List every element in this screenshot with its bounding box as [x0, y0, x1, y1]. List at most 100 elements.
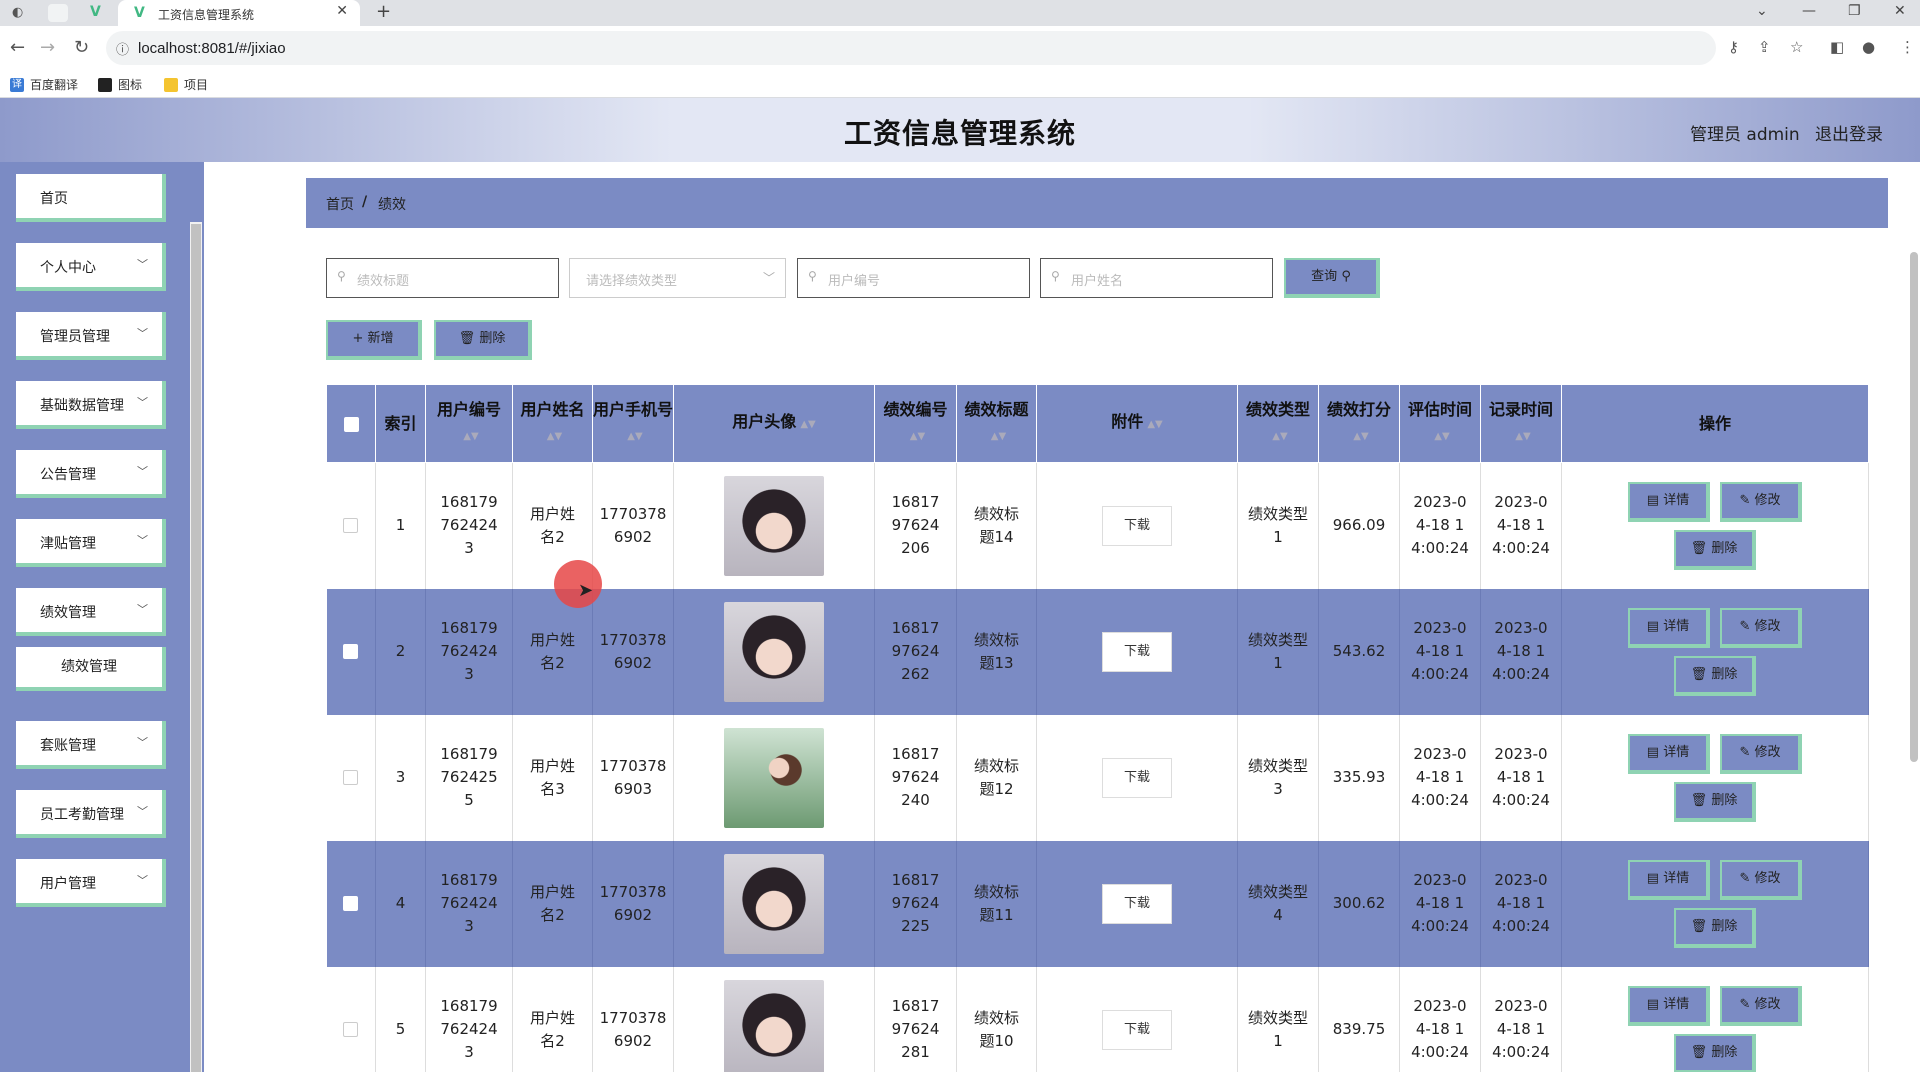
- sidebar-item-admin-management[interactable]: 管理员管理 ﹀: [16, 312, 166, 360]
- sidebar-item-account-set[interactable]: 套账管理 ﹀: [16, 721, 166, 769]
- sort-icon[interactable]: ▲▼: [1353, 425, 1368, 449]
- select-all-checkbox[interactable]: [343, 416, 359, 432]
- share-icon[interactable]: ⇪: [1758, 38, 1771, 56]
- sidebar-item-attendance[interactable]: 员工考勤管理 ﹀: [16, 790, 166, 838]
- sort-icon[interactable]: ▲▼: [1434, 425, 1449, 449]
- download-button[interactable]: 下载: [1102, 757, 1172, 798]
- col-header-avatar[interactable]: 用户头像 ▲▼: [673, 384, 875, 463]
- sidebar-item-notice[interactable]: 公告管理 ﹀: [16, 450, 166, 498]
- col-header-perf-type[interactable]: 绩效类型▲▼: [1237, 384, 1319, 463]
- profile-icon[interactable]: ●: [1862, 38, 1875, 56]
- col-header-perf-no[interactable]: 绩效编号▲▼: [874, 384, 957, 463]
- reload-icon[interactable]: ↻: [74, 37, 89, 58]
- sort-icon[interactable]: ▲▼: [991, 425, 1006, 449]
- edit-button[interactable]: ✎ 修改: [1720, 607, 1802, 648]
- minimize-icon[interactable]: —: [1802, 3, 1816, 19]
- new-tab-icon[interactable]: +: [376, 1, 391, 22]
- edit-button[interactable]: ✎ 修改: [1720, 985, 1802, 1026]
- edit-button[interactable]: ✎ 修改: [1720, 733, 1802, 774]
- bookmark-project-folder[interactable]: 项目: [164, 76, 208, 93]
- sidebar-scrollbar-thumb[interactable]: [191, 224, 201, 1072]
- sidebar-item-personal-center[interactable]: 个人中心 ﹀: [16, 243, 166, 291]
- logout-link[interactable]: 退出登录: [1815, 120, 1883, 145]
- detail-button[interactable]: ▤ 详情: [1628, 985, 1710, 1026]
- password-key-icon[interactable]: ⚷: [1728, 38, 1739, 56]
- user-name-search-input[interactable]: ⚲ 用户姓名: [1040, 258, 1273, 298]
- sidebar-item-allowance[interactable]: 津贴管理 ﹀: [16, 519, 166, 567]
- row-checkbox[interactable]: [343, 518, 359, 534]
- delete-button[interactable]: 🗑 删除: [1674, 1033, 1756, 1072]
- detail-button[interactable]: ▤ 详情: [1628, 859, 1710, 900]
- sort-icon[interactable]: ▲▼: [627, 425, 642, 449]
- perf-type-select[interactable]: 请选择绩效类型 ﹀: [569, 258, 786, 298]
- perf-title-search-input[interactable]: ⚲ 绩效标题: [326, 258, 559, 298]
- col-header-attachment[interactable]: 附件 ▲▼: [1036, 384, 1238, 463]
- cell-score: 966.09: [1318, 462, 1400, 589]
- edit-button[interactable]: ✎ 修改: [1720, 481, 1802, 522]
- tab-list-chevron-icon[interactable]: ⌄: [1756, 3, 1768, 19]
- edit-button[interactable]: ✎ 修改: [1720, 859, 1802, 900]
- sort-icon[interactable]: ▲▼: [1147, 413, 1162, 437]
- delete-button[interactable]: 🗑 删除: [1674, 529, 1756, 570]
- col-header-record-time[interactable]: 记录时间▲▼: [1480, 384, 1562, 463]
- cell-record-time: 2023-04-18 14:00:24: [1480, 840, 1562, 967]
- back-icon[interactable]: ←: [10, 37, 25, 58]
- sort-icon[interactable]: ▲▼: [1272, 425, 1287, 449]
- sort-icon[interactable]: ▲▼: [547, 425, 562, 449]
- pinned-vue-tab-icon[interactable]: V: [90, 4, 110, 22]
- detail-button[interactable]: ▤ 详情: [1628, 607, 1710, 648]
- side-panel-icon[interactable]: ◧: [1830, 38, 1844, 56]
- row-checkbox[interactable]: [343, 770, 359, 785]
- delete-button[interactable]: 🗑 删除: [1674, 907, 1756, 948]
- pinned-tab-icon[interactable]: [48, 4, 68, 22]
- bookmark-icons[interactable]: 图标: [98, 76, 142, 93]
- document-icon: ▤: [1646, 618, 1660, 634]
- cell-attachment: 下载: [1036, 714, 1238, 841]
- sort-icon[interactable]: ▲▼: [1515, 425, 1530, 449]
- download-button[interactable]: 下载: [1102, 883, 1172, 924]
- row-checkbox[interactable]: [343, 644, 359, 659]
- download-button[interactable]: 下载: [1102, 631, 1172, 672]
- col-header-perf-title[interactable]: 绩效标题▲▼: [956, 384, 1037, 463]
- bookmark-star-icon[interactable]: ☆: [1790, 38, 1803, 56]
- col-header-score[interactable]: 绩效打分▲▼: [1318, 384, 1400, 463]
- batch-delete-button[interactable]: 🗑 删除: [434, 320, 532, 360]
- sidebar-item-base-data[interactable]: 基础数据管理 ﹀: [16, 381, 166, 429]
- close-tab-icon[interactable]: ✕: [336, 3, 348, 19]
- user-no-search-input[interactable]: ⚲ 用户编号: [797, 258, 1030, 298]
- col-header-phone[interactable]: 用户手机号▲▼: [592, 384, 674, 463]
- tab-active[interactable]: V 工资信息管理系统 ✕: [118, 0, 360, 26]
- sidebar-item-user-management[interactable]: 用户管理 ﹀: [16, 859, 166, 907]
- sort-icon[interactable]: ▲▼: [910, 425, 925, 449]
- menu-kebab-icon[interactable]: ⋮: [1900, 38, 1915, 56]
- sidebar-subitem-performance[interactable]: 绩效管理: [16, 647, 166, 691]
- page-scrollbar-thumb[interactable]: [1910, 252, 1918, 762]
- sort-icon[interactable]: ▲▼: [463, 425, 478, 449]
- close-window-icon[interactable]: ✕: [1894, 3, 1906, 19]
- restore-icon[interactable]: ❐: [1848, 3, 1861, 19]
- col-header-index[interactable]: 索引: [375, 384, 426, 463]
- detail-button[interactable]: ▤ 详情: [1628, 481, 1710, 522]
- sort-icon[interactable]: ▲▼: [800, 413, 815, 437]
- sidebar-item-home[interactable]: 首页: [16, 174, 166, 222]
- download-button[interactable]: 下载: [1102, 1009, 1172, 1050]
- col-header-user-name[interactable]: 用户姓名▲▼: [512, 384, 593, 463]
- add-button[interactable]: + 新增: [326, 320, 422, 360]
- tab-search-icon[interactable]: ◐: [12, 4, 32, 22]
- delete-button[interactable]: 🗑 删除: [1674, 781, 1756, 822]
- row-checkbox[interactable]: [343, 896, 359, 911]
- trash-icon: 🗑: [1690, 540, 1708, 556]
- detail-button[interactable]: ▤ 详情: [1628, 733, 1710, 774]
- breadcrumb-home[interactable]: 首页: [326, 194, 354, 214]
- site-info-icon[interactable]: ⓘ: [116, 39, 129, 58]
- download-button[interactable]: 下载: [1102, 505, 1172, 546]
- bookmark-baidu-translate[interactable]: 译 百度翻译: [10, 76, 78, 93]
- col-header-user-no[interactable]: 用户编号 ▲▼: [425, 384, 513, 463]
- delete-button[interactable]: 🗑 删除: [1674, 655, 1756, 696]
- url-field[interactable]: ⓘ localhost:8081/#/jixiao: [106, 31, 1716, 65]
- col-header-eval-time[interactable]: 评估时间▲▼: [1399, 384, 1481, 463]
- query-button[interactable]: 查询 ⚲: [1284, 258, 1380, 298]
- sidebar-item-performance[interactable]: 绩效管理 ﹀: [16, 588, 166, 636]
- row-checkbox[interactable]: [343, 1022, 359, 1037]
- forward-icon[interactable]: →: [40, 37, 55, 58]
